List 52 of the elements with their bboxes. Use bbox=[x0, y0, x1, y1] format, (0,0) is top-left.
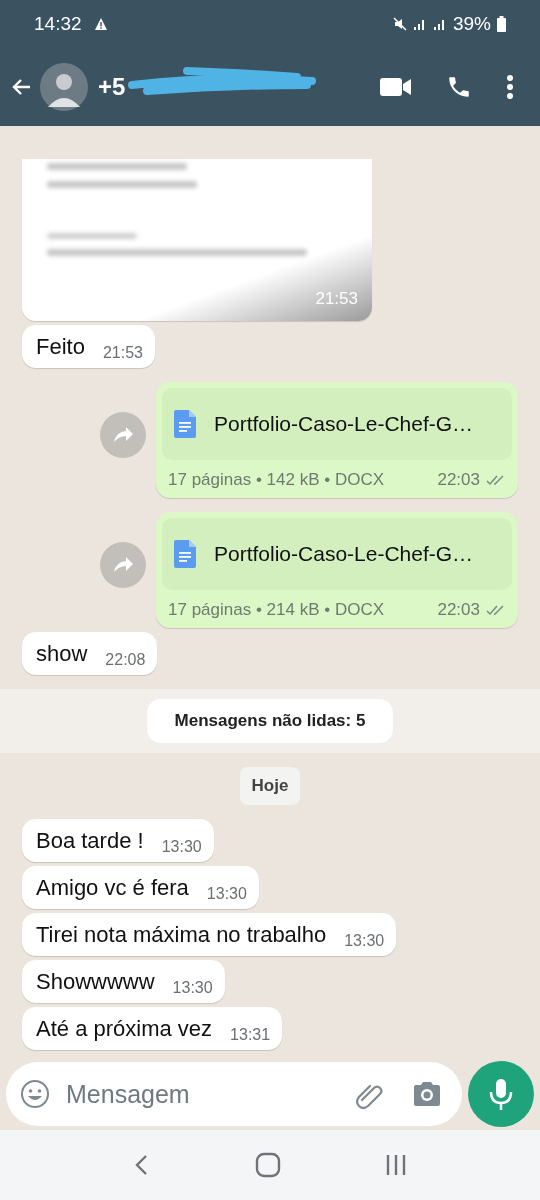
message-bubble[interactable]: Feito 21:53 bbox=[22, 325, 155, 368]
signal-icon bbox=[432, 17, 447, 31]
unread-divider: Mensagens não lidas: 5 bbox=[146, 699, 394, 743]
signal-icon bbox=[412, 17, 427, 31]
document-message[interactable]: Portfolio-Caso-Le-Chef-G… 17 páginas • 214 kB • DOCX 22:03 bbox=[156, 512, 518, 628]
message-bubble[interactable]: show 22:08 bbox=[22, 632, 158, 675]
home-nav-icon[interactable] bbox=[255, 1152, 281, 1178]
message-text: Até a próxima vez bbox=[36, 1016, 213, 1042]
battery-icon bbox=[497, 16, 506, 32]
message-time: 21:53 bbox=[315, 289, 358, 309]
message-text: Showwwww bbox=[36, 969, 155, 995]
message-input[interactable]: Mensagem bbox=[64, 1078, 338, 1110]
document-message[interactable]: Portfolio-Caso-Le-Chef-G… 17 páginas • 142 kB • DOCX 22:03 bbox=[156, 382, 518, 498]
phone-icon[interactable] bbox=[446, 74, 472, 100]
message-bubble[interactable]: Amigo vc é fera 13:30 bbox=[22, 866, 259, 909]
contact-title[interactable]: +5 bbox=[98, 73, 126, 101]
message-bubble[interactable]: Boa tarde ! 13:30 bbox=[22, 819, 214, 862]
message-text: Boa tarde ! bbox=[36, 828, 144, 854]
camera-icon[interactable] bbox=[412, 1081, 442, 1107]
document-meta: 17 páginas • 214 kB • DOCX bbox=[168, 600, 385, 620]
message-bubble[interactable]: Até a próxima vez 13:31 bbox=[22, 1007, 283, 1050]
video-call-icon[interactable] bbox=[380, 76, 412, 98]
message-time: 13:30 bbox=[344, 932, 385, 950]
message-time: 22:03 bbox=[437, 470, 480, 490]
message-time: 22:08 bbox=[105, 651, 146, 669]
status-time: 14:32 bbox=[34, 13, 82, 35]
document-icon bbox=[174, 540, 196, 568]
emoji-icon[interactable] bbox=[20, 1079, 50, 1109]
message-time: 22:03 bbox=[437, 600, 480, 620]
microphone-button[interactable] bbox=[468, 1061, 534, 1127]
message-time: 13:30 bbox=[161, 838, 202, 856]
mute-icon bbox=[392, 17, 407, 31]
date-chip: Hoje bbox=[239, 767, 301, 805]
warning-icon bbox=[93, 17, 108, 31]
message-field[interactable]: Mensagem bbox=[6, 1062, 462, 1126]
message-time: 13:31 bbox=[230, 1026, 271, 1044]
message-text: show bbox=[36, 641, 88, 667]
message-text: Amigo vc é fera bbox=[36, 875, 189, 901]
message-bubble[interactable]: Showwwww 13:30 bbox=[22, 960, 225, 1003]
avatar[interactable] bbox=[40, 63, 88, 111]
message-text: Feito bbox=[36, 334, 85, 360]
message-time: 21:53 bbox=[102, 344, 143, 362]
message-text: Tirei nota máxima no trabalho bbox=[36, 922, 327, 948]
message-bubble[interactable]: Tirei nota máxima no trabalho 13:30 bbox=[22, 913, 397, 956]
document-meta: 17 páginas • 142 kB • DOCX bbox=[168, 470, 385, 490]
message-time: 13:30 bbox=[172, 979, 213, 997]
document-name: Portfolio-Caso-Le-Chef-G… bbox=[214, 412, 474, 436]
more-options-icon[interactable] bbox=[506, 74, 514, 100]
message-time: 13:30 bbox=[206, 885, 247, 903]
document-icon bbox=[174, 410, 196, 438]
document-name: Portfolio-Caso-Le-Chef-G… bbox=[214, 542, 474, 566]
battery-level: 39% bbox=[452, 13, 491, 35]
